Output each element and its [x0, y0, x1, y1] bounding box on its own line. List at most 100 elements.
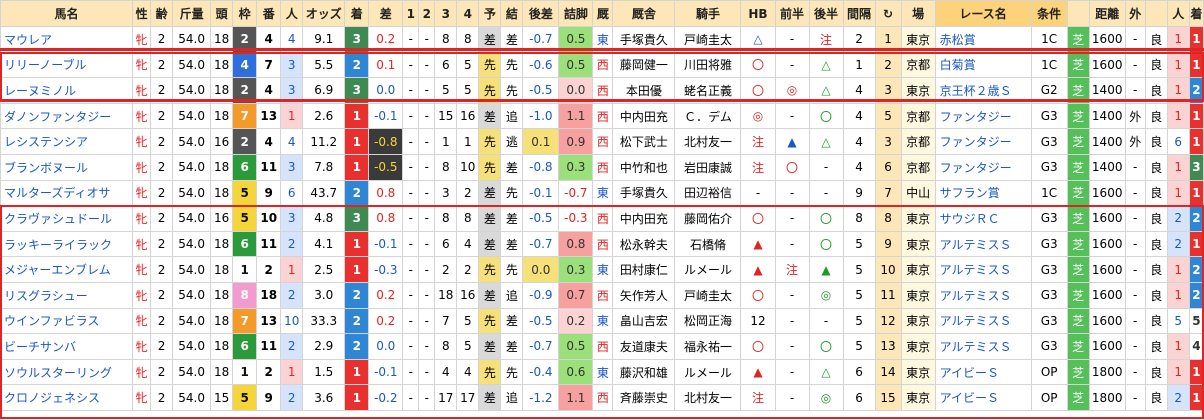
- cell-race[interactable]: アルテミスＳ: [934, 256, 1032, 283]
- cell-kishu[interactable]: ルメール: [674, 358, 742, 386]
- table-row[interactable]: ブランボヌール牝 2 54.0 18 6 11 3 7.8 1 -0.5- -8 10 先差 -0.8 0.…: [0, 153, 1204, 181]
- cell-kyusha[interactable]: 中竹和也: [612, 153, 676, 181]
- cell-name[interactable]: ラッキーライラック: [0, 230, 134, 258]
- cell-kishu[interactable]: 北村友一: [674, 384, 742, 411]
- header-cell-13[interactable]: 3: [434, 0, 458, 27]
- cell-kishu[interactable]: 川田将雅: [674, 51, 742, 79]
- cell-kishu[interactable]: 戸崎圭太: [674, 26, 742, 53]
- header-cell-1[interactable]: 性: [132, 0, 152, 27]
- cell-kishu[interactable]: 石橋脩: [674, 230, 742, 258]
- cell-race[interactable]: アイビーＳ: [934, 358, 1032, 386]
- cell-name[interactable]: ソウルスターリング: [0, 358, 134, 386]
- cell-name[interactable]: レーヌミノル: [0, 77, 134, 104]
- cell-race[interactable]: ファンタジー: [934, 128, 1032, 155]
- table-row[interactable]: ビーチサンバ牝 2 54.0 18 6 11 2 2.9 2 0.0- -8 5 差差 -0.7 0.5 西友…: [0, 333, 1204, 360]
- cell-race[interactable]: ファンタジー: [934, 153, 1032, 181]
- cell-kyusha[interactable]: 手塚貴久: [612, 179, 676, 207]
- cell-race[interactable]: アルテミスＳ: [934, 307, 1032, 335]
- cell-name[interactable]: レシステンシア: [0, 128, 134, 155]
- cell-kishu[interactable]: 松岡正海: [674, 307, 742, 335]
- cell-race[interactable]: アルテミスＳ: [934, 333, 1032, 360]
- cell-name[interactable]: ダノンファンタジー: [0, 102, 134, 130]
- cell-race[interactable]: ファンタジー: [934, 102, 1032, 130]
- header-cell-26[interactable]: ↻: [874, 0, 902, 27]
- cell-name[interactable]: メジャーエンブレム: [0, 256, 134, 283]
- cell-kyusha[interactable]: 松永幹夫: [612, 230, 676, 258]
- cell-race[interactable]: アルテミスＳ: [934, 281, 1032, 309]
- header-cell-3[interactable]: 斤量: [172, 0, 212, 27]
- header-cell-25[interactable]: 間隔: [842, 0, 876, 27]
- header-cell-23[interactable]: 前半: [774, 0, 810, 27]
- cell-kyusha[interactable]: 藤沢和雄: [612, 358, 676, 386]
- header-cell-12[interactable]: 2: [418, 0, 436, 27]
- header-cell-9[interactable]: 着: [344, 0, 370, 27]
- cell-kyusha[interactable]: 手塚貴久: [612, 26, 676, 53]
- header-cell-29[interactable]: 条件: [1030, 0, 1068, 27]
- cell-kyusha[interactable]: 斉藤崇史: [612, 384, 676, 411]
- cell-kyusha[interactable]: 本田優: [612, 77, 676, 104]
- cell-kishu[interactable]: 戸崎圭太: [674, 281, 742, 309]
- table-row[interactable]: リリーノーブル牝 2 54.0 18 4 7 3 5.5 2 0.1- -6 5 先先 -0.6 0.5 西藤…: [0, 51, 1204, 79]
- cell-name[interactable]: クロノジェネシス: [0, 384, 134, 411]
- cell-kishu[interactable]: Ｃ．デム: [674, 102, 742, 130]
- table-row[interactable]: リスグラシュー牝 2 54.0 18 8 18 2 3.0 2 0.2- -18 16 差追 -0.9 0.…: [0, 281, 1204, 309]
- cell-name[interactable]: リリーノーブル: [0, 51, 134, 79]
- cell-kyusha[interactable]: 友道康夫: [612, 333, 676, 360]
- cell-name[interactable]: ビーチサンバ: [0, 333, 134, 360]
- cell-kyusha[interactable]: 矢作芳人: [612, 281, 676, 309]
- header-cell-18[interactable]: 詰脚: [558, 0, 594, 27]
- cell-name[interactable]: マウレア: [0, 26, 134, 53]
- cell-name[interactable]: ブランボヌール: [0, 153, 134, 181]
- header-cell-35[interactable]: 着: [1188, 0, 1204, 27]
- cell-race[interactable]: アイビーＳ: [934, 384, 1032, 411]
- cell-name[interactable]: リスグラシュー: [0, 281, 134, 309]
- cell-kyusha[interactable]: 中内田充: [612, 102, 676, 130]
- header-cell-28[interactable]: レース名: [934, 0, 1032, 27]
- header-cell-8[interactable]: オッズ: [302, 0, 346, 27]
- cell-race[interactable]: サフラン賞: [934, 179, 1032, 207]
- header-cell-21[interactable]: 騎手: [674, 0, 742, 27]
- table-row[interactable]: マウレア牝 2 54.0 18 2 4 4 9.1 3 0.2- -8 8 差差 -0.7 0.5 東手塚貴久…: [0, 26, 1204, 53]
- table-row[interactable]: ウインファビラス牝 2 54.0 18 7 13 10 33.3 2 0.2- -7 5 先差 -0.5 0…: [0, 307, 1204, 335]
- header-cell-10[interactable]: 差: [368, 0, 404, 27]
- header-cell-27[interactable]: 場: [900, 0, 936, 27]
- header-cell-17[interactable]: 後差: [522, 0, 560, 27]
- cell-race[interactable]: アルテミスＳ: [934, 230, 1032, 258]
- header-cell-11[interactable]: 1: [402, 0, 420, 27]
- header-cell-33[interactable]: [1144, 0, 1168, 27]
- header-cell-2[interactable]: 齢: [150, 0, 174, 27]
- cell-kishu[interactable]: 岩田康誠: [674, 153, 742, 181]
- header-cell-4[interactable]: 頭: [210, 0, 234, 27]
- cell-kishu[interactable]: 蛯名正義: [674, 77, 742, 104]
- cell-kishu[interactable]: ルメール: [674, 256, 742, 283]
- cell-name[interactable]: ウインファビラス: [0, 307, 134, 335]
- table-row[interactable]: クラヴァシュドール牝 2 54.0 16 5 10 3 4.8 3 0.8- -8 8 差差 -0.5 -0…: [0, 205, 1204, 232]
- table-row[interactable]: ラッキーライラック牝 2 54.0 18 6 11 2 4.1 1 -0.1- -6 4 差差 -0.7 0…: [0, 230, 1204, 258]
- header-cell-31[interactable]: 距離: [1088, 0, 1126, 27]
- header-cell-0[interactable]: 馬名: [0, 0, 134, 27]
- header-cell-32[interactable]: 外: [1124, 0, 1146, 27]
- table-row[interactable]: レシステンシア牝 2 54.0 16 2 4 4 11.2 1 -0.8- -1 1 先逃 0.1 0.9 西…: [0, 128, 1204, 155]
- header-cell-20[interactable]: 厩舎: [612, 0, 676, 27]
- table-row[interactable]: ダノンファンタジー牝 2 54.0 18 7 13 1 2.6 1 -0.1- -15 16 差追 -1.…: [0, 102, 1204, 130]
- cell-kyusha[interactable]: 藤岡健一: [612, 51, 676, 79]
- table-row[interactable]: メジャーエンブレム牝 2 54.0 18 1 2 1 2.5 1 -0.3- -2 2 先先 0.0 0.3…: [0, 256, 1204, 283]
- header-cell-15[interactable]: 予: [478, 0, 502, 27]
- header-cell-7[interactable]: 人: [280, 0, 304, 27]
- cell-name[interactable]: クラヴァシュドール: [0, 205, 134, 232]
- cell-kishu[interactable]: 藤岡佑介: [674, 205, 742, 232]
- table-row[interactable]: レーヌミノル牝 2 54.0 18 2 4 3 6.9 3 0.0- -5 5 先先 -0.5 0.0 西本田…: [0, 77, 1204, 104]
- header-cell-5[interactable]: 枠: [232, 0, 258, 27]
- header-cell-16[interactable]: 結: [500, 0, 524, 27]
- header-cell-22[interactable]: HB: [740, 0, 776, 27]
- cell-name[interactable]: マルターズディオサ: [0, 179, 134, 207]
- table-row[interactable]: ソウルスターリング牝 2 54.0 18 1 2 1 1.5 1 -0.1- -4 4 先先 -0.4 0.…: [0, 358, 1204, 386]
- cell-race[interactable]: サウジＲＣ: [934, 205, 1032, 232]
- header-cell-24[interactable]: 後半: [808, 0, 844, 27]
- cell-kyusha[interactable]: 中内田充: [612, 205, 676, 232]
- cell-kyusha[interactable]: 田村康仁: [612, 256, 676, 283]
- cell-kishu[interactable]: 福永祐一: [674, 333, 742, 360]
- cell-kishu[interactable]: 田辺裕信: [674, 179, 742, 207]
- cell-race[interactable]: 赤松賞: [934, 26, 1032, 53]
- header-cell-14[interactable]: 4: [456, 0, 480, 27]
